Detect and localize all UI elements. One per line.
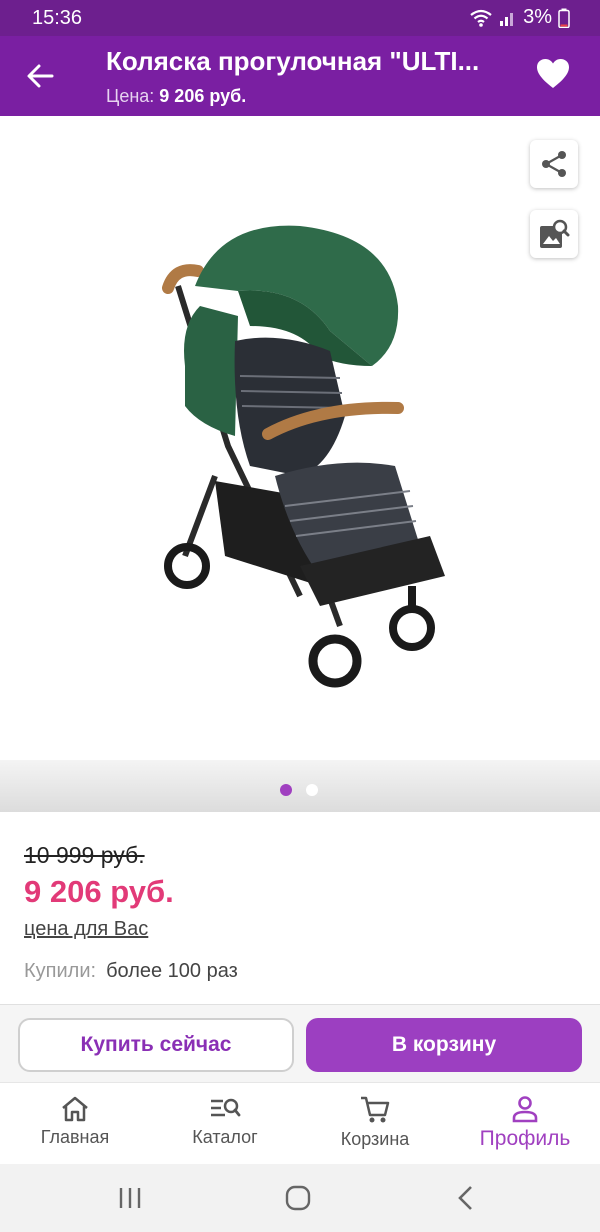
nav-label-catalog: Каталог	[192, 1127, 258, 1147]
system-back-button[interactable]	[446, 1182, 486, 1214]
nav-item-cart[interactable]: Корзина	[300, 1083, 450, 1164]
back-button[interactable]	[22, 58, 58, 94]
pagination-dot[interactable]	[280, 784, 292, 796]
wifi-icon	[470, 9, 492, 27]
image-search-icon	[540, 219, 570, 248]
old-price: 10 999 руб.	[24, 842, 145, 868]
battery-percent: 3%	[523, 6, 552, 28]
catalog-search-icon	[211, 1098, 241, 1117]
status-time: 15:36	[32, 7, 83, 29]
favorite-button[interactable]	[536, 58, 572, 94]
buy-now-button[interactable]: Купить сейчас	[18, 1018, 294, 1072]
share-button[interactable]	[530, 140, 578, 188]
purchase-count: Купили: более 100 раз	[24, 960, 238, 983]
product-gallery[interactable]	[0, 116, 600, 812]
chevron-left-icon	[458, 1186, 472, 1210]
purchase-action-bar: Купить сейчас В корзину	[0, 1004, 600, 1082]
image-search-button[interactable]	[530, 210, 578, 258]
battery-icon	[558, 8, 570, 28]
share-icon	[542, 151, 566, 177]
signal-icon	[500, 12, 514, 26]
header-price-value: 9 206 руб.	[159, 86, 247, 106]
heart-icon	[537, 59, 569, 88]
gallery-pagination	[280, 784, 318, 796]
recent-apps-icon	[119, 1188, 141, 1208]
nav-label-cart: Корзина	[340, 1129, 410, 1149]
nav-item-profile[interactable]: Профиль	[450, 1083, 600, 1164]
bottom-navigation: Главная Каталог Корзина Профиль	[0, 1082, 600, 1164]
price-for-you-link[interactable]: цена для Вас	[24, 918, 148, 941]
page-title: Коляска прогулочная "ULTI...	[106, 46, 480, 76]
home-icon	[62, 1096, 88, 1122]
nav-label-home: Главная	[40, 1127, 110, 1147]
nav-item-home[interactable]: Главная	[0, 1083, 150, 1164]
app-header: Коляска прогулочная "ULTI... Цена: 9 206…	[0, 36, 600, 116]
product-image	[162, 225, 445, 688]
add-to-cart-button[interactable]: В корзину	[306, 1018, 582, 1072]
purchase-count-label: Купили:	[24, 960, 97, 982]
header-price: Цена: 9 206 руб.	[106, 86, 246, 107]
profile-icon	[512, 1096, 538, 1123]
home-system-button[interactable]	[278, 1182, 318, 1214]
pagination-dot[interactable]	[306, 784, 318, 796]
nav-label-profile: Профиль	[479, 1127, 571, 1150]
purchase-count-value: более 100 раз	[106, 960, 238, 982]
recent-apps-button[interactable]	[110, 1182, 150, 1214]
current-price: 9 206 руб.	[24, 874, 174, 909]
status-bar: 15:36 3%	[0, 0, 600, 36]
cart-icon	[361, 1096, 390, 1123]
header-price-label: Цена:	[106, 86, 155, 106]
status-icons: 3%	[469, 6, 570, 29]
arrow-left-icon	[27, 64, 54, 88]
system-navigation-bar	[0, 1164, 600, 1232]
home-circle-icon	[285, 1185, 311, 1211]
nav-item-catalog[interactable]: Каталог	[150, 1083, 300, 1164]
